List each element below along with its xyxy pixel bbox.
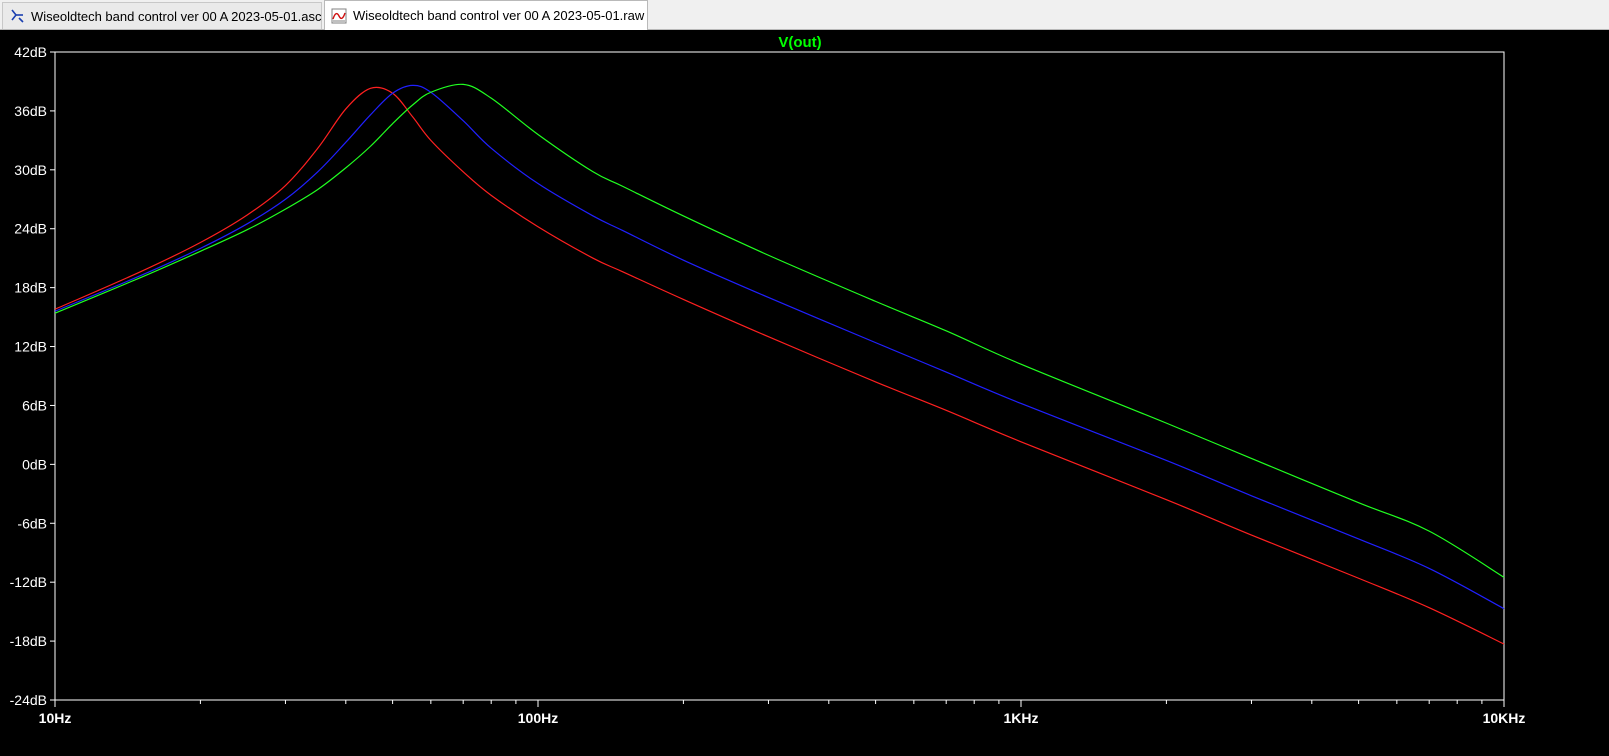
document-tab-bar: Wiseoldtech band control ver 00 A 2023-0… <box>0 0 1609 30</box>
trace-series-2[interactable] <box>54 84 1505 610</box>
bode-plot[interactable]: V(out) 42dB 36dB 30dB 24dB 18dB 12dB 6dB 0dB -6d… <box>0 30 1609 751</box>
waveform-plot-pane[interactable]: V(out) 42dB 36dB 30dB 24dB 18dB 12dB 6dB 0dB -6d… <box>0 30 1609 751</box>
tab-schematic-label: Wiseoldtech band control ver 00 A 2023-0… <box>31 8 322 24</box>
y-tick-label: 12dB <box>14 339 47 355</box>
trace-series-3[interactable] <box>54 83 1505 578</box>
y-tick-label: 30dB <box>14 162 47 178</box>
y-tick-label: -18dB <box>10 633 47 649</box>
trace-label-vout[interactable]: V(out) <box>778 34 821 51</box>
y-tick-label: 0dB <box>22 456 47 472</box>
x-tick-label: 1KHz <box>1003 710 1038 726</box>
tab-schematic[interactable]: Wiseoldtech band control ver 00 A 2023-0… <box>2 2 322 29</box>
tab-waveform-label: Wiseoldtech band control ver 00 A 2023-0… <box>353 8 645 23</box>
plot-frame <box>54 51 1505 701</box>
y-tick-label: 24dB <box>14 221 47 237</box>
x-tick-label: 10KHz <box>1483 710 1526 726</box>
y-tick-label: 36dB <box>14 103 47 119</box>
y-tick-label: 18dB <box>14 280 47 296</box>
y-tick-label: 6dB <box>22 397 47 413</box>
x-axis: 10Hz 100Hz 1KHz 10KHz <box>39 700 1526 726</box>
schematic-icon <box>9 8 25 24</box>
trace-series-1[interactable] <box>54 86 1505 645</box>
x-tick-label: 100Hz <box>518 710 558 726</box>
x-tick-label: 10Hz <box>39 710 72 726</box>
y-axis: 42dB 36dB 30dB 24dB 18dB 12dB 6dB 0dB -6dB -12dB -… <box>10 44 55 708</box>
tab-waveform[interactable]: Wiseoldtech band control ver 00 A 2023-0… <box>324 0 648 30</box>
y-tick-label: -24dB <box>10 692 47 708</box>
waveform-icon <box>331 8 347 24</box>
y-tick-label: 42dB <box>14 44 47 60</box>
traces <box>54 83 1505 645</box>
y-tick-label: -6dB <box>17 515 47 531</box>
y-tick-label: -12dB <box>10 574 47 590</box>
